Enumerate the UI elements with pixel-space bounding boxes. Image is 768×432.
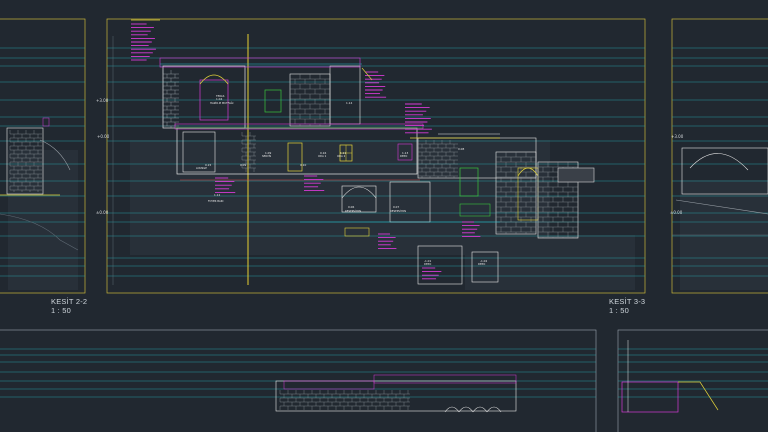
room-number: 1.13 [402,151,408,155]
section-scale: 1 : 50 [609,306,629,315]
section-label-3-3: KESİT 3-3 1 : 50 [609,297,645,315]
room-number: 0.06 [348,205,354,209]
room-number: 1.11 [340,151,346,155]
section-title: KESİT 3-3 [609,297,646,306]
room-number: 0.10 [300,163,306,167]
room-number: -1.01 [424,259,431,263]
room-number: 0.07 [393,205,399,209]
room-label: FOYER BARI [208,199,224,203]
room-number: 0.15 [205,163,211,167]
room-number: 0.16 [320,151,326,155]
room-number: 1.14 [346,101,352,105]
elevation-label: +3.00 [671,134,684,139]
room-number: -1.02 [480,259,487,263]
cad-drawing-canvas[interactable]: +3.00+0.00±0.00+3.00±0.00TERASHAZİR.M MU… [0,0,768,432]
background-layer [0,0,768,432]
room-number: 1.12 [214,193,220,197]
elevation-label: +0.00 [97,134,110,139]
room-number: 0.08 [458,147,464,151]
elevation-label: ±0.00 [96,210,109,215]
room-number: 0.09 [240,163,246,167]
elevation-label: +3.00 [96,98,109,103]
section-title: KESİT 2-2 [51,297,88,306]
rooftop-shrub [557,167,595,183]
room-number: 1.04 [216,97,222,101]
room-number: 1.09 [265,151,271,155]
elevation-label: ±0.00 [670,210,683,215]
section-scale: 1 : 50 [51,306,71,315]
section-label-2-2: KESİT 2-2 1 : 50 [51,297,87,315]
